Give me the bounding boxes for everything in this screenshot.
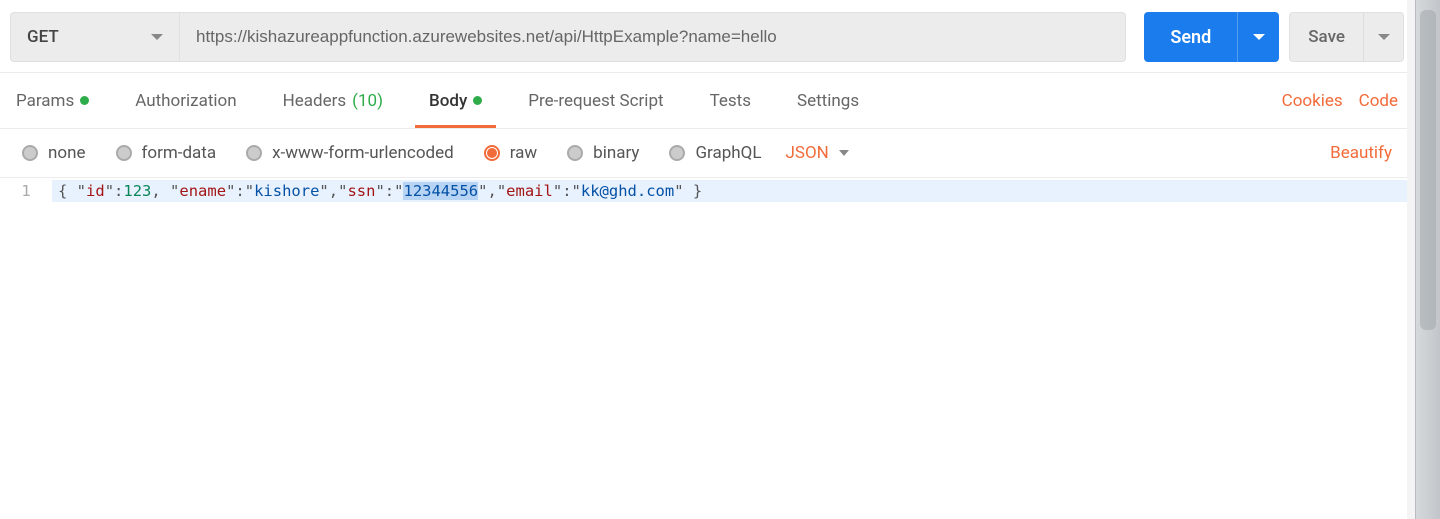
tab-label: Params (16, 91, 74, 111)
radio-icon (22, 145, 38, 161)
json-key: ssn (347, 182, 375, 200)
brace-close: } (684, 182, 703, 200)
tab-label: Settings (797, 91, 859, 111)
beautify-link[interactable]: Beautify (1330, 143, 1392, 163)
json-number: 123 (123, 182, 151, 200)
http-method-select[interactable]: GET (10, 12, 180, 62)
json-string: 12344556 (403, 182, 478, 200)
json-string: kk@ghd.com (581, 182, 674, 200)
chevron-down-icon (1253, 34, 1265, 40)
headers-count: (10) (352, 91, 383, 111)
body-editor[interactable]: 1 { "id":123, "ename":"kishore","ssn":"1… (0, 177, 1414, 202)
bodytype-form-data[interactable]: form-data (116, 143, 217, 163)
body-type-row: none form-data x-www-form-urlencoded raw… (0, 129, 1414, 177)
radio-icon (669, 145, 685, 161)
cookies-link[interactable]: Cookies (1282, 91, 1343, 111)
request-bar: GET Send Save (0, 0, 1414, 73)
quote: " (553, 182, 562, 200)
radio-label: form-data (142, 143, 217, 163)
code-link[interactable]: Code (1359, 91, 1398, 111)
radio-icon (246, 145, 262, 161)
quote: " (394, 182, 403, 200)
tab-label: Authorization (135, 91, 236, 111)
json-string: kishore (254, 182, 319, 200)
comma: , (329, 182, 338, 200)
radio-icon (567, 145, 583, 161)
bodytype-xwwwform[interactable]: x-www-form-urlencoded (246, 143, 454, 163)
body-format-value: JSON (785, 143, 828, 163)
brace-open: { (58, 182, 77, 200)
colon: : (562, 182, 571, 200)
colon: : (385, 182, 394, 200)
send-button-label: Send (1144, 12, 1237, 62)
scrollbar-thumb[interactable] (1420, 10, 1436, 330)
quote: " (497, 182, 506, 200)
radio-label: binary (593, 143, 639, 163)
radio-label: raw (510, 143, 537, 163)
tab-label: Tests (710, 91, 751, 111)
dot-indicator-icon (80, 96, 89, 105)
json-key: email (506, 182, 553, 200)
quote: " (674, 182, 683, 200)
quote: " (478, 182, 487, 200)
chevron-down-icon (1378, 34, 1390, 40)
radio-icon (484, 145, 500, 161)
send-button-split[interactable] (1237, 12, 1279, 62)
comma: , (151, 182, 170, 200)
inner-scrollbar[interactable] (1407, 0, 1415, 519)
radio-label: none (48, 143, 86, 163)
colon: : (235, 182, 244, 200)
radio-label: x-www-form-urlencoded (272, 143, 454, 163)
quote: " (77, 182, 86, 200)
tab-tests[interactable]: Tests (710, 75, 751, 127)
quote: " (226, 182, 235, 200)
save-button-label: Save (1290, 13, 1363, 61)
radio-icon (116, 145, 132, 161)
save-button[interactable]: Save (1289, 12, 1404, 62)
quote: " (572, 182, 581, 200)
editor-gutter: 1 (0, 178, 52, 202)
tab-settings[interactable]: Settings (797, 75, 859, 127)
url-input[interactable] (180, 12, 1126, 62)
tab-label: Pre-request Script (528, 91, 663, 111)
tab-headers[interactable]: Headers (10) (283, 75, 383, 127)
line-number: 1 (0, 180, 52, 202)
bodytype-binary[interactable]: binary (567, 143, 639, 163)
quote: " (319, 182, 328, 200)
tab-label: Headers (283, 91, 347, 111)
chevron-down-icon (839, 150, 849, 156)
quote: " (338, 182, 347, 200)
json-key: ename (179, 182, 226, 200)
window-scrollbar[interactable] (1415, 0, 1440, 519)
tab-params[interactable]: Params (16, 75, 89, 127)
quote: " (170, 182, 179, 200)
quote: " (245, 182, 254, 200)
tab-prerequest-script[interactable]: Pre-request Script (528, 75, 663, 127)
quote: " (375, 182, 384, 200)
tab-authorization[interactable]: Authorization (135, 75, 236, 127)
tab-label: Body (429, 91, 467, 111)
bodytype-none[interactable]: none (22, 143, 86, 163)
tab-body[interactable]: Body (429, 75, 482, 127)
dot-indicator-icon (473, 96, 482, 105)
colon: : (114, 182, 123, 200)
editor-content[interactable]: { "id":123, "ename":"kishore","ssn":"123… (52, 178, 1414, 202)
save-button-split[interactable] (1363, 13, 1403, 61)
code-line[interactable]: { "id":123, "ename":"kishore","ssn":"123… (52, 180, 1414, 202)
radio-label: GraphQL (695, 143, 761, 163)
send-button[interactable]: Send (1144, 12, 1279, 62)
json-key: id (86, 182, 105, 200)
comma: , (487, 182, 496, 200)
http-method-value: GET (27, 27, 59, 47)
chevron-down-icon (151, 34, 163, 40)
quote: " (105, 182, 114, 200)
request-tabs: Params Authorization Headers (10) Body P… (0, 73, 1414, 129)
bodytype-graphql[interactable]: GraphQL (669, 143, 761, 163)
body-format-select[interactable]: JSON (785, 143, 848, 163)
bodytype-raw[interactable]: raw (484, 143, 537, 163)
